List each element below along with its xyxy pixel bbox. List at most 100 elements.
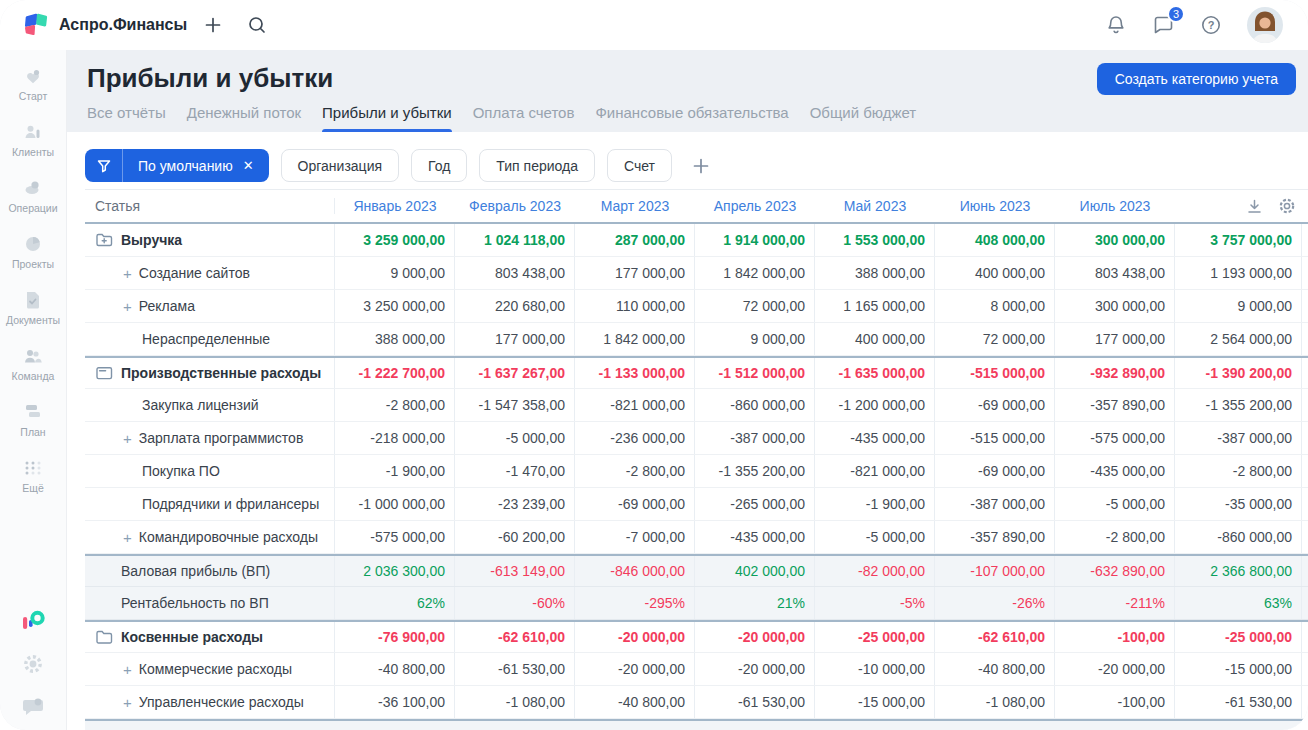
value-cell: 287 000,00 (575, 224, 695, 256)
value-cell: -61 530,00 (1175, 686, 1302, 718)
remove-preset-icon[interactable]: ✕ (243, 158, 254, 173)
value-cell: 72 000,00 (695, 290, 815, 322)
value-cell: -1 470,00 (455, 455, 575, 487)
column-header-month[interactable]: Май 2023 (815, 198, 935, 214)
messages-icon[interactable]: 3 (1152, 14, 1175, 36)
tab-2[interactable]: Денежный поток (187, 104, 301, 132)
value-cell: 1 165 000,00 (815, 290, 935, 322)
main: Прибыли и убытки Создать категорию учета… (67, 50, 1308, 730)
value-cell: 803 438,00 (1055, 257, 1175, 289)
expand-plus-icon[interactable]: + (123, 430, 132, 447)
expand-plus-icon[interactable]: + (123, 298, 132, 315)
tab-3[interactable]: Прибыли и убытки (322, 104, 452, 132)
table-row[interactable]: Закупка лицензий-2 800,00-1 547 358,00-8… (85, 389, 1308, 422)
brand[interactable]: Аспро.Финансы (22, 12, 187, 38)
expand-plus-icon[interactable]: + (123, 529, 132, 546)
column-header-month[interactable]: Март 2023 (575, 198, 695, 214)
search-icon[interactable] (247, 15, 267, 35)
sidebar-item-more[interactable]: Ещё (0, 457, 66, 494)
value-cell: -100,00 (1055, 686, 1175, 718)
expand-plus-icon[interactable]: + (123, 265, 132, 282)
expand-plus-icon[interactable]: + (123, 694, 132, 711)
value-cell: -1 222 700,00 (335, 358, 455, 388)
table-row[interactable]: Косвенные расходы-76 900,00-62 610,00-20… (85, 620, 1308, 653)
table-row[interactable]: +Коммерческие расходы-40 800,00-61 530,0… (85, 653, 1308, 686)
value-cell: -821 000,00 (575, 389, 695, 421)
tab-5[interactable]: Финансовые обязательства (595, 104, 788, 132)
table-row[interactable]: Валовая прибыль (ВП)2 036 300,00-613 149… (85, 554, 1308, 587)
add-filter-icon[interactable] (691, 156, 711, 176)
filter-preset[interactable]: По умолчанию✕ (85, 149, 269, 182)
value-cell: 177 000,00 (455, 323, 575, 355)
value-cell: -435 000,00 (1055, 455, 1175, 487)
sidebar-item-team[interactable]: Команда (0, 345, 66, 382)
filter-chip[interactable]: Год (411, 149, 467, 182)
table-row[interactable]: Производственные расходы-1 222 700,00-1 … (85, 356, 1308, 389)
column-header-month[interactable]: Апрель 2023 (695, 198, 815, 214)
help-icon[interactable]: ? (1200, 14, 1222, 36)
value-cell: 9 000,00 (695, 323, 815, 355)
sidebar-item-plan[interactable]: План (0, 401, 66, 438)
table-header: СтатьяЯнварь 2023Февраль 2023Март 2023Ап… (85, 190, 1308, 224)
sidebar-item-clients[interactable]: Клиенты (0, 121, 66, 158)
value-cell: -236 000,00 (575, 422, 695, 454)
table-row[interactable]: Подрядчики и фрилансеры-1 000 000,00-23 … (85, 488, 1308, 521)
sidebar-item-start[interactable]: Старт (0, 65, 66, 102)
table-row[interactable]: Рентабельность по ВП62%-60%-295%21%-5%-2… (85, 587, 1308, 620)
table-settings-gear-icon[interactable] (1278, 197, 1296, 215)
product-logo-icon[interactable] (20, 608, 46, 632)
team-icon (22, 345, 44, 367)
value-cell: 8 000,00 (935, 290, 1055, 322)
value-cell: -23 239,00 (455, 488, 575, 520)
value-cell: -20 000,00 (695, 622, 815, 652)
tab-6[interactable]: Общий бюджет (810, 104, 917, 132)
value-cell: -2 800,00 (1175, 455, 1302, 487)
documents-icon (22, 289, 44, 311)
column-header-month[interactable]: Июль 2023 (1055, 198, 1175, 214)
add-button[interactable] (203, 15, 223, 35)
sidebar-item-operations[interactable]: Операции (0, 177, 66, 214)
page-title: Прибыли и убытки (87, 63, 333, 94)
create-category-button[interactable]: Создать категорию учета (1097, 63, 1296, 95)
table-row[interactable]: Покупка ПО-1 900,00-1 470,00-2 800,00-1 … (85, 455, 1308, 488)
value-cell: -1 390 200,00 (1175, 358, 1302, 388)
filter-chip[interactable]: Тип периода (479, 149, 595, 182)
tab-4[interactable]: Оплата счетов (473, 104, 575, 132)
svg-text:?: ? (1208, 19, 1215, 31)
value-cell: -1 080,00 (455, 686, 575, 718)
column-header-month[interactable]: Февраль 2023 (455, 198, 575, 214)
table-row[interactable]: +Командировочные расходы-575 000,00-60 2… (85, 521, 1308, 554)
value-cell: -60% (455, 587, 575, 619)
app-window: Аспро.Финансы 3 ? (0, 0, 1308, 730)
filter-chip[interactable]: Организация (281, 149, 399, 182)
value-cell: -295% (575, 587, 695, 619)
notifications-bell-icon[interactable] (1105, 14, 1127, 36)
table-row[interactable]: Нераспределенные388 000,00177 000,001 84… (85, 323, 1308, 356)
expand-plus-icon[interactable]: + (123, 661, 132, 678)
sidebar-item-documents[interactable]: Документы (0, 289, 66, 326)
value-cell: -357 890,00 (935, 521, 1055, 553)
value-cell: -10 000,00 (815, 653, 935, 685)
value-cell: -1 355 200,00 (695, 455, 815, 487)
download-icon[interactable] (1246, 198, 1263, 215)
settings-icon[interactable] (21, 652, 45, 676)
table-row[interactable]: +Зарплата программистов-218 000,00-5 000… (85, 422, 1308, 455)
chat-icon[interactable] (21, 696, 45, 718)
table-row[interactable]: +Создание сайтов9 000,00803 438,00177 00… (85, 257, 1308, 290)
value-cell: 1 842 000,00 (575, 323, 695, 355)
table-row[interactable]: Выручка3 259 000,001 024 118,00287 000,0… (85, 224, 1308, 257)
value-cell: -2 800,00 (335, 389, 455, 421)
projects-icon (22, 233, 44, 255)
value-cell: -1 900,00 (815, 488, 935, 520)
table-row[interactable]: +Реклама3 250 000,00220 680,00110 000,00… (85, 290, 1308, 323)
user-avatar[interactable] (1247, 7, 1283, 43)
table-row[interactable]: +Управленческие расходы-36 100,00-1 080,… (85, 686, 1308, 719)
folder-plus-icon (95, 232, 113, 248)
sidebar-item-projects[interactable]: Проекты (0, 233, 66, 270)
filter-chip[interactable]: Счет (607, 149, 672, 182)
column-header-month[interactable]: Январь 2023 (335, 198, 455, 214)
column-header-month[interactable]: Июнь 2023 (935, 198, 1055, 214)
next-section-edge (85, 719, 1308, 730)
value-cell: -1 000 000,00 (335, 488, 455, 520)
tab-1[interactable]: Все отчёты (87, 104, 166, 132)
